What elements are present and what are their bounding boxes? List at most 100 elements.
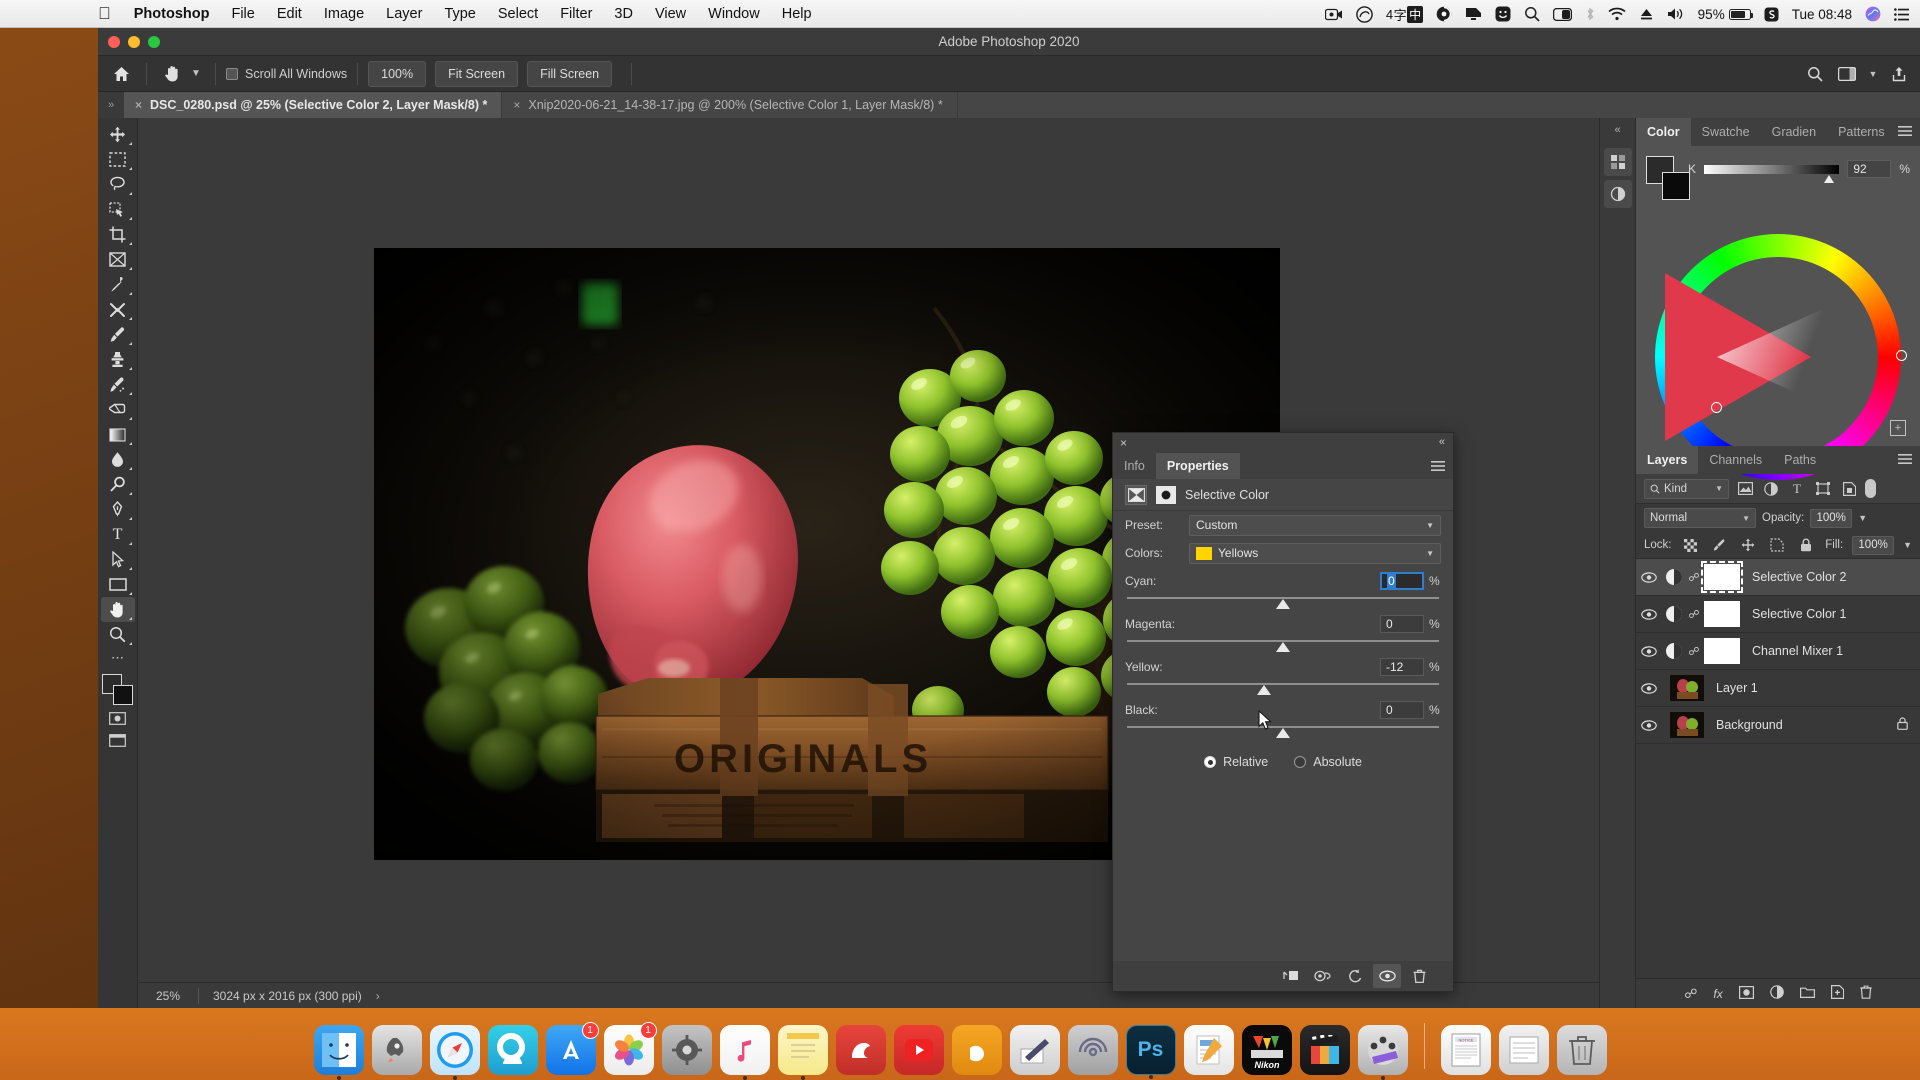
- path-selection-tool[interactable]: [101, 547, 135, 572]
- layer-thumbnail[interactable]: [1670, 712, 1704, 738]
- add-swatch-icon[interactable]: +: [1890, 420, 1906, 436]
- eyedropper-tool[interactable]: [101, 272, 135, 297]
- filter-toggle[interactable]: [1865, 479, 1876, 498]
- dock-app-safari[interactable]: [429, 1025, 480, 1080]
- blend-mode-select[interactable]: Normal ▼: [1644, 508, 1756, 528]
- apple-menu-icon[interactable]: : [98, 0, 123, 28]
- lock-position-icon[interactable]: [1738, 535, 1758, 555]
- menubar-clock[interactable]: Tue 08:48: [1792, 0, 1852, 28]
- dock-app-system-preferences[interactable]: [661, 1025, 712, 1075]
- creative-cloud-icon[interactable]: [1356, 0, 1373, 28]
- hue-marker[interactable]: [1896, 350, 1907, 361]
- spotlight-icon[interactable]: [1524, 0, 1540, 28]
- opacity-stepper[interactable]: ▼: [1858, 513, 1867, 523]
- smart-object-filter-icon[interactable]: [1839, 479, 1859, 499]
- table-row[interactable]: ☍ Channel Mixer 1: [1636, 633, 1920, 670]
- relative-radio[interactable]: Relative: [1204, 755, 1268, 769]
- dock-app-pages[interactable]: [1183, 1025, 1234, 1075]
- new-layer-icon[interactable]: [1830, 985, 1844, 1002]
- dock-app-bear[interactable]: [835, 1025, 886, 1075]
- snipaste-icon[interactable]: [1764, 0, 1779, 28]
- menu-select[interactable]: Select: [487, 0, 549, 28]
- tab-color[interactable]: Color: [1636, 118, 1691, 146]
- type-filter-icon[interactable]: T: [1787, 479, 1807, 499]
- tab-layers[interactable]: Layers: [1636, 446, 1699, 474]
- dock-trash[interactable]: [1556, 1025, 1607, 1075]
- radio-dot[interactable]: [1294, 756, 1307, 768]
- color-wheel[interactable]: [1655, 234, 1907, 480]
- frame-tool[interactable]: [101, 247, 135, 272]
- brush-tool[interactable]: [101, 322, 135, 347]
- more-tools-icon[interactable]: ⋯: [101, 647, 135, 669]
- hand-tool-icon[interactable]: [157, 60, 187, 88]
- dock-stack-documents[interactable]: NOTICE: [1440, 1025, 1491, 1075]
- delete-layer-icon[interactable]: [1860, 985, 1872, 1002]
- spot-healing-brush-tool[interactable]: [101, 297, 135, 322]
- tab-gradients[interactable]: Gradien: [1761, 118, 1827, 146]
- dock-app-launchpad[interactable]: [371, 1025, 422, 1075]
- menu-help[interactable]: Help: [771, 0, 823, 28]
- layer-visibility-icon[interactable]: [1636, 571, 1662, 583]
- yellow-slider-thumb[interactable]: [1257, 685, 1272, 695]
- lock-transparency-icon[interactable]: [1681, 535, 1701, 555]
- menu-3d[interactable]: 3D: [603, 0, 644, 28]
- close-icon[interactable]: ×: [1120, 436, 1127, 450]
- black-slider-thumb[interactable]: [1276, 728, 1290, 738]
- tab-paths[interactable]: Paths: [1773, 446, 1827, 474]
- layer-style-icon[interactable]: fx: [1713, 987, 1722, 1001]
- toggle-visibility-icon[interactable]: [1309, 964, 1337, 988]
- fill-stepper[interactable]: ▼: [1903, 540, 1912, 550]
- lock-image-icon[interactable]: [1709, 535, 1729, 555]
- eject-icon[interactable]: [1639, 0, 1654, 28]
- quick-selection-tool[interactable]: [101, 197, 135, 222]
- dock-app-sketch-note[interactable]: [1009, 1025, 1060, 1075]
- collapse-panels-icon[interactable]: «: [1614, 124, 1620, 136]
- table-row[interactable]: Background: [1636, 707, 1920, 744]
- dock-app-photos[interactable]: 1: [603, 1022, 657, 1075]
- new-adjustment-icon[interactable]: [1769, 985, 1784, 1002]
- radio-dot[interactable]: [1204, 756, 1217, 768]
- new-group-icon[interactable]: [1799, 986, 1815, 1001]
- layer-mask-thumbnail[interactable]: [1704, 638, 1740, 664]
- preset-select[interactable]: Custom ▼: [1189, 514, 1441, 536]
- dock-app-music[interactable]: [719, 1025, 770, 1080]
- history-brush-tool[interactable]: [101, 372, 135, 397]
- panel-menu-icon[interactable]: [1431, 461, 1445, 473]
- k-value-input[interactable]: 92: [1847, 160, 1892, 178]
- zoom-tool[interactable]: [101, 622, 135, 647]
- input-method-icon[interactable]: 4字中: [1386, 5, 1423, 24]
- panel-menu-icon[interactable]: [1898, 454, 1912, 466]
- pixel-filter-icon[interactable]: [1735, 479, 1755, 499]
- close-icon[interactable]: ×: [513, 98, 520, 112]
- background-color-swatch[interactable]: [1662, 172, 1690, 200]
- tab-patterns[interactable]: Patterns: [1827, 118, 1896, 146]
- emoji-icon[interactable]: [1495, 0, 1511, 28]
- dock-app-airdrop[interactable]: [1067, 1025, 1118, 1075]
- dock-app-app-store[interactable]: 1: [545, 1022, 599, 1075]
- selective-color-icon[interactable]: [1125, 484, 1147, 505]
- layer-name[interactable]: Background: [1716, 718, 1783, 732]
- color-panel-swatches[interactable]: [1646, 156, 1690, 200]
- layer-visibility-icon[interactable]: [1636, 645, 1662, 657]
- dock-stack-downloads[interactable]: [1498, 1025, 1549, 1075]
- tab-channels[interactable]: Channels: [1698, 446, 1773, 474]
- cleaner-icon[interactable]: [1436, 0, 1452, 28]
- layer-name[interactable]: Channel Mixer 1: [1752, 644, 1843, 658]
- status-zoom[interactable]: 25%: [138, 989, 198, 1003]
- scroll-all-windows-checkbox[interactable]: Scroll All Windows: [226, 67, 347, 81]
- table-row[interactable]: ☍ Selective Color 1: [1636, 596, 1920, 633]
- document-tab-1[interactable]: × DSC_0280.psd @ 25% (Selective Color 2,…: [124, 92, 503, 118]
- dock-app-notes[interactable]: [777, 1025, 828, 1080]
- layer-kind-filter[interactable]: Kind ▼: [1644, 478, 1729, 499]
- collapse-icon[interactable]: «: [1439, 436, 1445, 448]
- layer-name[interactable]: Selective Color 2: [1752, 570, 1847, 584]
- link-mask-icon[interactable]: ☍: [1686, 645, 1702, 658]
- reset-icon[interactable]: [1341, 964, 1369, 988]
- layer-mask-thumbnail[interactable]: [1704, 601, 1740, 627]
- magenta-slider-thumb[interactable]: [1276, 642, 1290, 652]
- menu-photoshop[interactable]: Photoshop: [123, 0, 221, 28]
- table-row[interactable]: Layer 1: [1636, 670, 1920, 707]
- cyan-slider-thumb[interactable]: [1276, 599, 1290, 609]
- k-slider-thumb[interactable]: [1823, 174, 1834, 183]
- dock-app-finder[interactable]: [313, 1025, 364, 1080]
